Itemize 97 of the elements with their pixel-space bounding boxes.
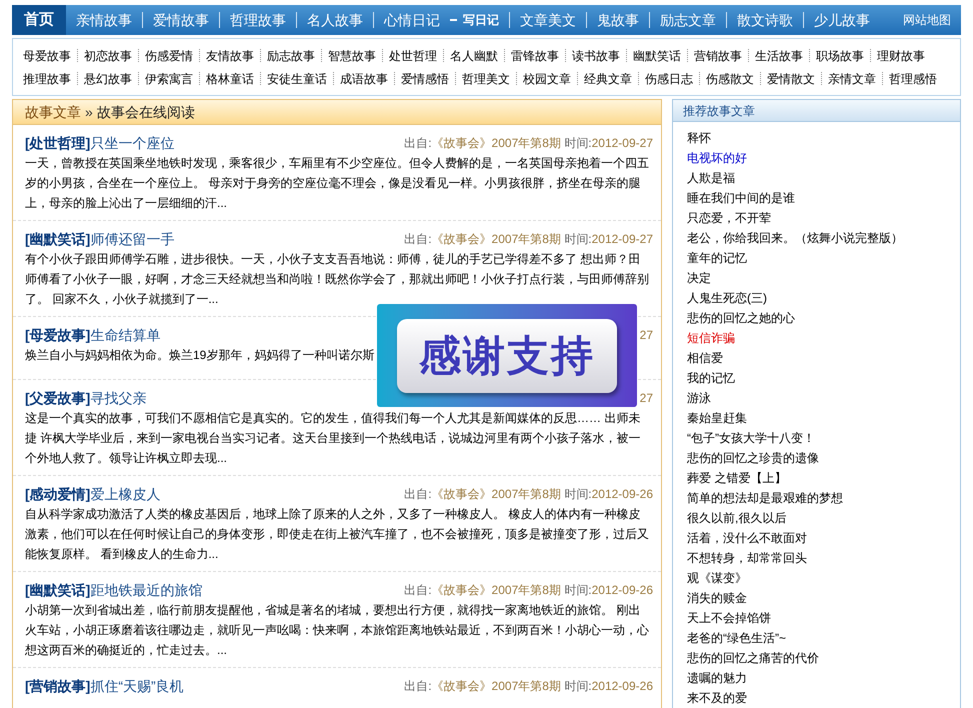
recommend-link[interactable]: 秦始皇赶集 — [687, 408, 747, 428]
category-link[interactable]: 成语故事 — [340, 70, 388, 88]
recommend-link[interactable]: 葬爱 之错爱【上】 — [687, 468, 786, 488]
recommend-link[interactable]: 来不及的爱 — [687, 688, 747, 708]
category-link[interactable]: 经典文章 — [584, 70, 632, 88]
recommend-link[interactable]: 人鬼生死恋(三) — [687, 288, 767, 308]
recommend-link[interactable]: 只恋爱，不开荤 — [687, 208, 771, 228]
recommend-link[interactable]: 我的记忆 — [687, 368, 735, 388]
category-link[interactable]: 雷锋故事 — [511, 46, 559, 64]
category-link[interactable]: 幽默笑话 — [633, 46, 681, 64]
nav-tab[interactable]: 鬼故事 — [587, 5, 649, 35]
category-link[interactable]: 伤感爱情 — [145, 46, 193, 64]
category-link[interactable]: 伤感日志 — [645, 70, 693, 88]
category-link[interactable]: 爱情感悟 — [401, 70, 449, 88]
story-title[interactable]: [处世哲理]只坐一个座位 — [25, 132, 174, 154]
category-link[interactable]: 校园文章 — [523, 70, 571, 88]
story-excerpt: 这是一个真实的故事，可我们不愿相信它是真实的。它的发生，值得我们每一个人尤其是新闻媒体的反思…… 出师未捷 许枫大学毕业后，来到一家电视台当实习记者。这天台里接到一个热线电话，说城边河里有两个小孩子落水，被一个外地人救了。领导让许枫立即去现... — [25, 410, 642, 467]
nav-tab[interactable]: 哲理故事 — [220, 5, 296, 35]
nav-tab[interactable]: 散文诗歌 — [727, 5, 803, 35]
nav-tab[interactable]: 心情日记 — [374, 5, 450, 35]
story-title[interactable]: [幽默笑话]距地铁最近的旅馆 — [25, 580, 202, 600]
recommend-link[interactable]: 很久以前,很久以后 — [687, 508, 786, 528]
category-link[interactable]: 爱情散文 — [767, 70, 815, 88]
category-link[interactable]: 格林童话 — [206, 70, 254, 88]
recommend-link[interactable]: 天上不会掉馅饼 — [687, 608, 771, 628]
story-date: 27 — [640, 327, 653, 344]
recommend-link[interactable]: 悲伤的回忆之珍贵的遗像 — [687, 448, 819, 468]
story-title[interactable]: [母爱故事]生命结算单 — [25, 324, 160, 346]
category-link[interactable]: 初恋故事 — [84, 46, 132, 64]
nav-tab[interactable]: 少儿故事 — [804, 5, 880, 35]
story-excerpt: 焕兰自小与妈妈相依为命。焕兰19岁那年，妈妈得了一种叫诺尔斯 — [25, 347, 376, 364]
category-link[interactable]: 哲理感悟 — [889, 70, 937, 88]
category-link[interactable]: 生活故事 — [755, 46, 803, 64]
story-excerpt: 有个小伙子跟田师傅学石雕，进步很快。一天，小伙子支支吾吾地说：师傅，徒儿的手艺已学得差不多了 想出师？田师傅看了小伙子一眼，好啊，才念三天经就想当和尚啦！既然你学会了，那就出师吧！小伙子打点行装，与田师傅辞别了。 回家不久，小伙子就揽到了一... — [25, 251, 650, 308]
nav-tab[interactable]: 首页 — [12, 5, 66, 35]
recommend-link[interactable]: 电视坏的好 — [687, 148, 747, 168]
recommend-link[interactable]: 游泳 — [687, 388, 711, 408]
nav-tab[interactable]: 名人故事 — [297, 5, 373, 35]
breadcrumb-link[interactable]: 故事文章 — [25, 102, 81, 122]
recommend-link[interactable]: “包子”女孩大学十八变！ — [687, 428, 815, 448]
story-source: 出自:《故事会》2007年第8期 时间:2012-09-27 — [404, 231, 653, 248]
category-link[interactable]: 伤感散文 — [706, 70, 754, 88]
nav-tab[interactable]: 亲情故事 — [66, 5, 142, 35]
recommend-link[interactable]: 悲伤的回忆之她的心 — [687, 308, 795, 328]
recommend-link[interactable]: 睡在我们中间的是谁 — [687, 188, 795, 208]
nav-tab[interactable]: 爱情故事 — [143, 5, 219, 35]
recommend-link[interactable]: 决定 — [687, 268, 711, 288]
recommend-link[interactable]: 不想转身，却常常回头 — [687, 548, 807, 568]
nav-tab[interactable]: 励志文章 — [650, 5, 726, 35]
thanks-text: 感谢支持 — [397, 318, 617, 392]
recommend-link[interactable]: 简单的想法却是最艰难的梦想 — [687, 488, 843, 508]
recommend-link[interactable]: 释怀 — [687, 128, 711, 148]
recommend-link[interactable]: 活着，没什么不敢面对 — [687, 528, 807, 548]
recommend-link[interactable]: 消失的赎金 — [687, 588, 747, 608]
sitemap-link[interactable]: 网站地图 — [903, 11, 961, 29]
category-link[interactable]: 伊索寓言 — [145, 70, 193, 88]
category-link[interactable]: 推理故事 — [23, 70, 71, 88]
recommend-link[interactable]: 相信爱 — [687, 348, 723, 368]
story-excerpt: 自从科学家成功激活了人类的橡皮基因后，地球上除了原来的人之外，又多了一种橡皮人。 橡皮人的体内有一种橡皮激素，他们可以在任何时候让自己的身体变形，即使走在街上被汽车撞了，也不会被撞死，顶多是被撞变了形，过后又能恢复原样。 看到橡皮人的生命力... — [25, 506, 650, 563]
category-link[interactable]: 悬幻故事 — [84, 70, 132, 88]
story-excerpt: 小胡第一次到省城出差，临行前朋友提醒他，省城是著名的堵城，要想出行方便，就得找一家离地铁近的旅馆。 刚出火车站，小胡正琢磨着该往哪边走，就听见一声吆喝：快来啊，本旅馆距离地铁站最近，不到两百米！小胡心一动，心想这两百米的确挺近的，忙走过去。... — [25, 602, 650, 659]
category-link[interactable]: 理财故事 — [877, 46, 925, 64]
recommend-link[interactable]: 老爸的“绿色生活”~ — [687, 628, 786, 648]
story-excerpt: 一天，曾教授在英国乘坐地铁时发现，乘客很少，车厢里有不少空座位。但令人费解的是，一名英国母亲抱着一个四五岁的小男孩，合坐在一个座位上。 母亲对于身旁的空座位毫不理会，像是没看见一样。小男孩很胖，挤坐在母亲的腿上，母亲的脸上沁出了一层细细的汗... — [25, 155, 650, 212]
breadcrumb-separator: » — [85, 102, 93, 122]
breadcrumb-link[interactable]: 故事会在线阅读 — [96, 102, 195, 122]
category-link[interactable]: 友情故事 — [206, 46, 254, 64]
category-link[interactable]: 智慧故事 — [328, 46, 376, 64]
recommend-link[interactable]: 遗嘱的魅力 — [687, 668, 747, 688]
story-source: 出自:《故事会》2007年第8期 时间:2012-09-26 — [404, 486, 653, 503]
story-source: 出自:《故事会》2007年第8期 时间:2012-09-26 — [404, 678, 653, 695]
recommend-link[interactable]: 老公，你给我回来。（炫舞小说完整版） — [687, 228, 903, 248]
story-date: 27 — [640, 390, 653, 407]
recommend-link[interactable]: 童年的记忆 — [687, 248, 747, 268]
story-title[interactable]: [营销故事]抓住“天赐”良机 — [25, 676, 184, 696]
category-link[interactable]: 处世哲理 — [389, 46, 437, 64]
story-title[interactable]: [幽默笑话]师傅还留一手 — [25, 228, 174, 250]
recommend-title: 推荐故事文章 — [683, 102, 755, 120]
recommend-link[interactable]: 悲伤的回忆之痛苦的代价 — [687, 648, 819, 668]
recommend-link[interactable]: 观《谋变》 — [687, 568, 747, 588]
category-link[interactable]: 读书故事 — [572, 46, 620, 64]
story-title[interactable]: [父爱故事]寻找父亲 — [25, 388, 146, 408]
recommend-link[interactable]: 短信诈骗 — [687, 328, 735, 348]
write-diary-link[interactable]: 写日记 — [463, 11, 509, 29]
category-link[interactable]: 哲理美文 — [462, 70, 510, 88]
category-link[interactable]: 营销故事 — [694, 46, 742, 64]
category-link[interactable]: 母爱故事 — [23, 46, 71, 64]
category-link[interactable]: 安徒生童话 — [267, 70, 327, 88]
category-link[interactable]: 励志故事 — [267, 46, 315, 64]
story-title[interactable]: [感动爱情]爱上橡皮人 — [25, 484, 160, 504]
category-link[interactable]: 亲情文章 — [828, 70, 876, 88]
story-source: 出自:《故事会》2007年第8期 时间:2012-09-26 — [404, 582, 653, 599]
nav-tab[interactable]: 文章美文 — [510, 5, 586, 35]
recommend-link[interactable]: 人欺是福 — [687, 168, 735, 188]
category-link[interactable]: 职场故事 — [816, 46, 864, 64]
category-link[interactable]: 名人幽默 — [450, 46, 498, 64]
story-source: 出自:《故事会》2007年第8期 时间:2012-09-27 — [404, 135, 653, 152]
